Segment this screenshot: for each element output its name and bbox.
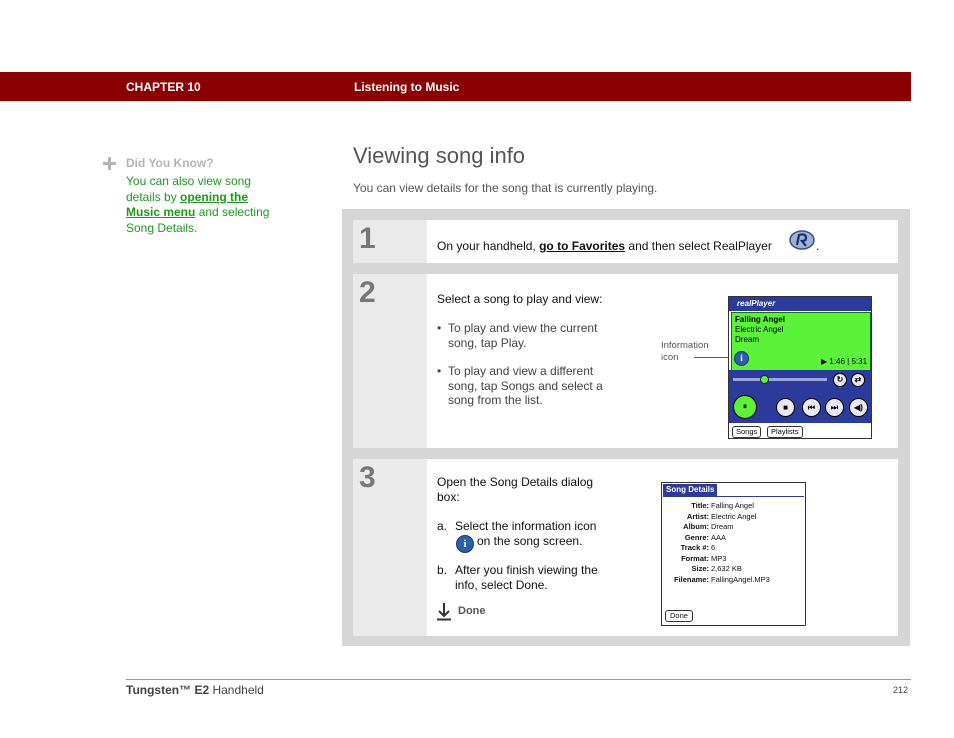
plus-icon — [103, 157, 116, 170]
chapter-number: CHAPTER 10 — [126, 80, 201, 94]
step-number: 2 — [359, 276, 376, 309]
done-label: Done — [458, 605, 486, 617]
stop-button[interactable]: ■ — [776, 398, 795, 417]
previous-button[interactable]: ⏮ — [802, 398, 821, 417]
tip-body: You can also view song details by openin… — [126, 174, 270, 235]
tip-heading: Did You Know? — [126, 156, 214, 170]
step-2-intro: Select a song to play and view: — [437, 292, 603, 306]
favorites-link[interactable]: go to Favorites — [539, 239, 625, 253]
song-details-title: Song Details — [663, 484, 718, 496]
information-icon: i — [456, 535, 474, 553]
realplayer-titlebar: realPlayer — [729, 297, 871, 311]
track-time: ▶ 1:46 | 5:31 — [821, 357, 868, 366]
step-1-text: On your handheld, go to Favorites and th… — [437, 239, 772, 253]
song-album: Dream — [735, 335, 760, 344]
song-details-done-button[interactable]: Done — [665, 610, 693, 622]
bullet-item: • To play and view the current song, tap … — [437, 321, 598, 350]
page-title: Viewing song info — [353, 143, 526, 168]
page-number: 212 — [893, 685, 909, 695]
song-artist: Electric Angel — [735, 325, 784, 334]
step-3: 3 Open the Song Details dialog box: a. S… — [353, 459, 898, 636]
song-title: Falling Angel — [735, 315, 785, 324]
step-number: 3 — [359, 461, 376, 494]
progress-slider[interactable] — [733, 378, 827, 381]
volume-button[interactable]: ◀) — [849, 398, 868, 417]
playlists-button[interactable]: Playlists — [767, 426, 803, 438]
page-intro: You can view details for the song that i… — [353, 181, 658, 195]
realplayer-screen: realPlayer Falling Angel Electric Angel … — [728, 296, 872, 439]
songs-button[interactable]: Songs — [732, 426, 762, 438]
done-arrow-icon — [437, 603, 451, 621]
pause-button[interactable]: ⏸ — [733, 395, 757, 419]
step-3-intro: Open the Song Details dialog box: — [437, 475, 594, 504]
progress-knob[interactable] — [760, 375, 769, 384]
repeat-icon[interactable]: ↻ — [833, 373, 847, 387]
information-icon[interactable]: i — [734, 351, 749, 366]
next-button[interactable]: ⏭ — [825, 398, 844, 417]
realplayer-icon — [789, 230, 815, 250]
bullet-item: • To play and view a different song, tap … — [437, 364, 603, 407]
chapter-header: CHAPTER 10 Listening to Music — [0, 72, 911, 101]
chapter-title: Listening to Music — [354, 80, 460, 94]
footer-product: Tungsten™ E2 Handheld — [126, 683, 264, 697]
shuffle-icon[interactable]: ⇄ — [851, 373, 865, 387]
footer-divider — [126, 679, 911, 680]
information-icon-callout: Information icon — [661, 340, 709, 363]
step-number: 1 — [359, 222, 376, 255]
song-details-dialog: Song Details Title: Falling Angel Artist:… — [661, 482, 806, 626]
